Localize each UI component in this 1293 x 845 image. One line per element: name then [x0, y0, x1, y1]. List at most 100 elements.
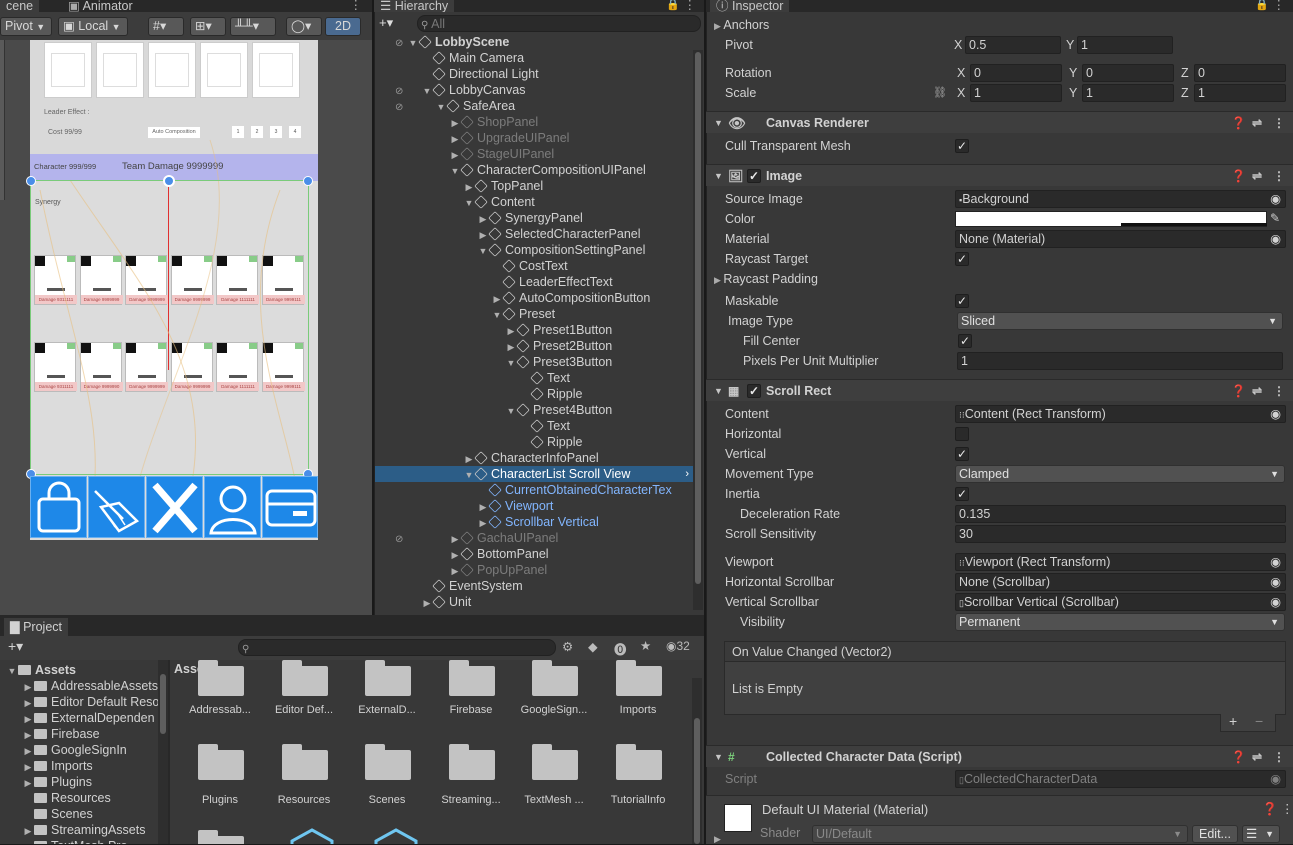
scrollbar-thumb[interactable]	[160, 674, 166, 734]
chevron-right-icon[interactable]: ▶	[505, 323, 517, 339]
project-folder-item[interactable]: Scenes	[0, 806, 93, 822]
project-folder-item[interactable]: ▶ TextMesh Pro	[0, 838, 127, 844]
hierarchy-item[interactable]: ▶ Viewport	[375, 498, 693, 514]
hierarchy-item[interactable]: ▶ Preset2Button	[375, 338, 693, 354]
hierarchy-item[interactable]: ▶ Unit	[375, 594, 693, 610]
hierarchy-item[interactable]: ▶ UpgradeUIPanel	[375, 130, 693, 146]
object-picker-icon[interactable]: ◉	[1270, 594, 1281, 610]
project-folder-item[interactable]: ▶ GoogleSignIn	[0, 742, 127, 758]
hierarchy-item[interactable]: ▼ CompositionSettingPanel	[375, 242, 693, 258]
preset-icon[interactable]: ⇌	[1252, 380, 1262, 402]
hierarchy-item[interactable]: CurrentObtainedCharacterTex	[375, 482, 693, 498]
image-enabled-checkbox[interactable]: ✓	[747, 169, 761, 183]
object-picker-icon[interactable]: ◉	[1270, 554, 1281, 570]
chevron-down-icon[interactable]: ▼	[463, 467, 475, 483]
chevron-down-icon[interactable]: ▼	[6, 663, 18, 679]
hierarchy-item[interactable]: CostText	[375, 258, 693, 274]
chevron-down-icon[interactable]: ▼	[505, 355, 517, 371]
inertia-checkbox[interactable]: ✓	[955, 487, 969, 501]
hierarchy-item[interactable]: ▶ BottomPanel	[375, 546, 693, 562]
star-icon[interactable]: ★	[640, 638, 651, 653]
chevron-right-icon[interactable]: ▶	[449, 115, 461, 131]
scene-view[interactable]: Leader Effect : Cost 99/99 Auto Composit…	[0, 40, 372, 615]
asset-label[interactable]: Imports	[596, 704, 680, 716]
more-icon[interactable]: ⋮	[1273, 0, 1286, 12]
chevron-right-icon[interactable]: ▶	[714, 834, 721, 845]
chevron-right-icon[interactable]: ▶	[22, 759, 34, 775]
grid-snap-button[interactable]: #▾	[148, 17, 184, 36]
folder-icon[interactable]	[282, 744, 328, 780]
visibility-icon[interactable]: ⊘	[395, 534, 403, 545]
chevron-down-icon[interactable]: ▼	[463, 195, 475, 211]
chevron-down-icon[interactable]: ▼	[449, 163, 461, 179]
hierarchy-item[interactable]: ▶ Scrollbar Vertical	[375, 514, 693, 530]
anchors-foldout[interactable]: ▶ Anchors	[714, 16, 769, 34]
chevron-right-icon[interactable]: ▶	[22, 823, 34, 839]
scroll-rect-enabled-checkbox[interactable]: ✓	[747, 384, 761, 398]
project-folder-item[interactable]: ▶ Editor Default Reso	[0, 694, 160, 710]
image-type-dropdown[interactable]: Sliced ▼	[957, 312, 1283, 330]
visibility-icon[interactable]: ⊘	[395, 86, 403, 97]
filter-type-icon[interactable]: ⚙	[562, 639, 573, 654]
local-dropdown[interactable]: ▣ Local ▼	[58, 17, 128, 36]
preset-icon[interactable]: ⇌	[1252, 112, 1262, 134]
hierarchy-scrollbar[interactable]	[693, 50, 703, 610]
ruler-button[interactable]: ╨╨▾	[230, 17, 276, 36]
chevron-right-icon[interactable]: ▶	[22, 727, 34, 743]
chevron-right-icon[interactable]: ▶	[449, 547, 461, 563]
movement-type-dropdown[interactable]: Clamped ▼	[955, 465, 1285, 483]
folder-icon[interactable]	[532, 744, 578, 780]
folder-icon[interactable]	[282, 660, 328, 696]
hierarchy-item[interactable]: ▼ Preset4Button	[375, 402, 693, 418]
help-icon[interactable]: ❓	[1231, 380, 1246, 402]
hierarchy-item[interactable]: ▶ SelectedCharacterPanel	[375, 226, 693, 242]
chevron-right-icon[interactable]: ▶	[505, 339, 517, 355]
folder-icon[interactable]	[449, 660, 495, 696]
shader-dropdown[interactable]: UI/Default ▼	[812, 825, 1188, 843]
image-header[interactable]: ▼ 🖼 ✓ Image ❓ ⇌ ⋮	[706, 164, 1293, 186]
chevron-right-icon[interactable]: ▶	[22, 743, 34, 759]
pivot-dropdown[interactable]: Pivot ▼	[0, 17, 52, 36]
hierarchy-item[interactable]: Ripple	[375, 386, 693, 402]
chevron-right-icon[interactable]: ▶	[449, 147, 461, 163]
fill-center-checkbox[interactable]: ✓	[958, 334, 972, 348]
pivot-x-field[interactable]: 0.5	[965, 36, 1061, 54]
maskable-checkbox[interactable]: ✓	[955, 294, 969, 308]
chevron-right-icon[interactable]: ▶	[477, 227, 489, 243]
rotation-y-field[interactable]: 0	[1082, 64, 1174, 82]
horizontal-checkbox[interactable]	[955, 427, 969, 441]
hierarchy-item[interactable]: Ripple	[375, 434, 693, 450]
more-icon[interactable]: ⋮	[1273, 380, 1285, 402]
hierarchy-item[interactable]: ▶ GachaUIPanel	[375, 530, 693, 546]
preset-icon[interactable]: ⇌	[1252, 165, 1262, 187]
asset-label[interactable]: Scenes	[345, 794, 429, 806]
raycast-padding-foldout[interactable]: ▶ Raycast Padding	[714, 270, 818, 288]
asset-label[interactable]: TextMesh ...	[512, 794, 596, 806]
preset-icon[interactable]: ⇌	[1252, 746, 1262, 768]
chevron-down-icon[interactable]: ▼	[477, 243, 489, 259]
scrollbar-thumb[interactable]	[695, 52, 701, 584]
prefab-icon[interactable]	[290, 828, 334, 844]
chevron-right-icon[interactable]: ▶	[421, 595, 433, 611]
vertical-checkbox[interactable]: ✓	[955, 447, 969, 461]
rotation-z-field[interactable]: 0	[1194, 64, 1286, 82]
hierarchy-search-input[interactable]: ⚲ All	[417, 15, 701, 32]
asset-label[interactable]: Plugins	[178, 794, 262, 806]
chevron-right-icon[interactable]: ▶	[477, 211, 489, 227]
more-icon[interactable]: ⋮	[684, 0, 697, 12]
hierarchy-item[interactable]: ▶ SynergyPanel	[375, 210, 693, 226]
chevron-right-icon[interactable]: ▶	[22, 711, 34, 727]
canvas-renderer-header[interactable]: ▼ 👁 Canvas Renderer ❓ ⇌ ⋮	[706, 111, 1293, 133]
folder-tree-scrollbar[interactable]	[158, 660, 168, 844]
material-field[interactable]: None (Material) ◉	[955, 230, 1286, 248]
folder-icon[interactable]	[198, 830, 244, 844]
chevron-right-icon[interactable]: ▶	[477, 515, 489, 531]
object-picker-icon[interactable]: ◉	[1270, 191, 1281, 207]
folder-icon[interactable]	[616, 660, 662, 696]
hierarchy-item[interactable]: Directional Light	[375, 66, 693, 82]
hierarchy-item[interactable]: ▼ SafeArea	[375, 98, 693, 114]
chevron-right-icon[interactable]: ▶	[491, 291, 503, 307]
scrollbar-thumb[interactable]	[694, 718, 700, 844]
folder-icon[interactable]	[532, 660, 578, 696]
raycast-target-checkbox[interactable]: ✓	[955, 252, 969, 266]
